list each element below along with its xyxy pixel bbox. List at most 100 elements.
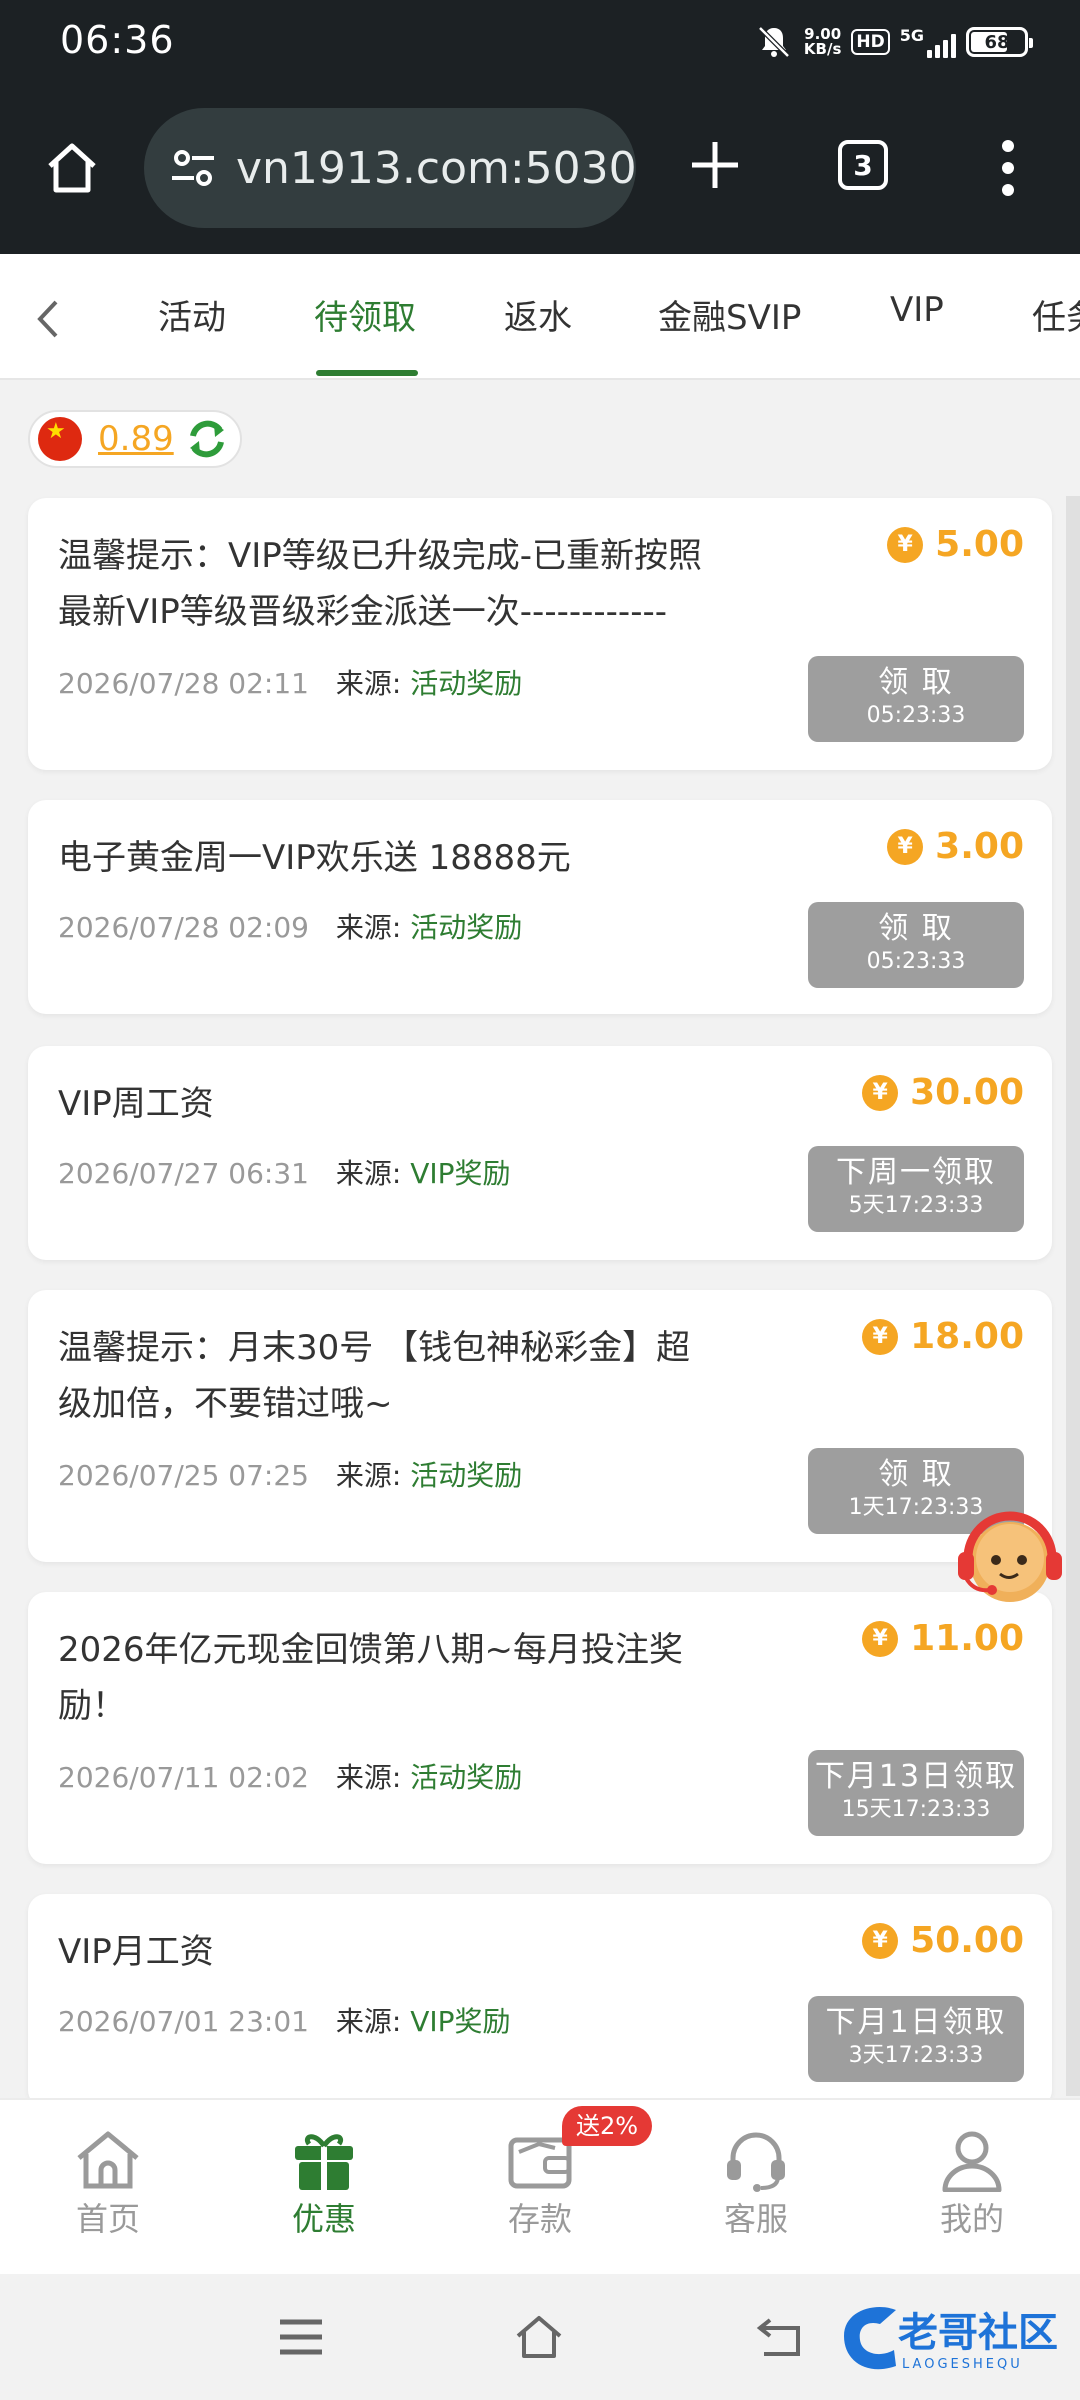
- site-settings-icon[interactable]: [168, 143, 218, 193]
- card-amount: ¥ 50.00: [862, 1920, 1024, 1961]
- amount-value: 11.00: [910, 1618, 1024, 1659]
- card-amount: ¥ 11.00: [862, 1618, 1024, 1659]
- card-meta: 2026/07/27 06:31 来源: VIP奖励: [58, 1152, 511, 1192]
- card-date: 2026/07/11 02:02: [58, 1761, 309, 1794]
- status-bar: 06:36 9.00 KB/s HD 5G 68: [0, 0, 1080, 96]
- countdown: 05:23:33: [866, 949, 966, 974]
- card-date: 2026/07/25 07:25: [58, 1459, 309, 1492]
- system-navigation: 老哥社区 LAOGESHEQU: [0, 2274, 1080, 2400]
- tab-activity[interactable]: 活动: [158, 290, 226, 339]
- card-title: 电子黄金周一VIP欢乐送 18888元: [58, 838, 571, 878]
- card-meta: 2026/07/28 02:11 来源: 活动奖励: [58, 662, 522, 702]
- source-value: 活动奖励: [410, 911, 523, 944]
- hd-icon: HD: [851, 29, 890, 55]
- card-title: 温馨提示：VIP等级已升级完成-已重新按照最新VIP等级晋级彩金派送一次----…: [58, 536, 703, 632]
- source-value: VIP奖励: [410, 2005, 511, 2038]
- status-icons: 9.00 KB/s HD 5G 68: [754, 22, 1033, 62]
- card-date: 2026/07/28 02:11: [58, 667, 309, 700]
- card-amount: ¥ 18.00: [862, 1316, 1024, 1357]
- source-value: VIP奖励: [410, 1157, 511, 1190]
- floating-support-icon[interactable]: [950, 1500, 1066, 1618]
- card-date: 2026/07/01 23:01: [58, 2005, 309, 2038]
- browser-toolbar: vn1913.com:5030 3: [0, 96, 1080, 254]
- bottom-navigation: 首页 优惠 存款 客服 我的: [0, 2098, 1080, 2274]
- url-text: vn1913.com:5030: [236, 142, 636, 194]
- countdown: 5天17:23:33: [848, 1193, 984, 1218]
- overflow-menu-icon[interactable]: [998, 140, 1018, 196]
- watermark-logo: 老哥社区 LAOGESHEQU: [844, 2307, 1058, 2372]
- source-label: 来源:: [335, 1157, 402, 1190]
- source-value: 活动奖励: [410, 1761, 523, 1794]
- tab-finance-svip[interactable]: 金融SVIP: [658, 290, 801, 339]
- reward-card: 温馨提示：VIP等级已升级完成-已重新按照最新VIP等级晋级彩金派送一次----…: [28, 498, 1052, 770]
- source-label: 来源:: [335, 1761, 402, 1794]
- menu-icon[interactable]: [276, 2314, 326, 2360]
- card-meta: 2026/07/28 02:09 来源: 活动奖励: [58, 906, 522, 946]
- claim-button[interactable]: 下月1日领取 3天17:23:33: [808, 1996, 1024, 2082]
- tab-rebate[interactable]: 返水: [504, 290, 572, 339]
- tab-switcher-button[interactable]: 3: [838, 140, 888, 190]
- card-title: VIP月工资: [58, 1932, 214, 1972]
- nav-promotions[interactable]: 优惠: [254, 2128, 394, 2240]
- system-home-icon[interactable]: [514, 2314, 564, 2360]
- card-meta: 2026/07/25 07:25 来源: 活动奖励: [58, 1454, 522, 1494]
- headset-icon: [727, 2132, 785, 2192]
- coin-icon: ¥: [887, 828, 924, 865]
- deposit-bonus-badge: 送2%: [562, 2106, 653, 2146]
- chevron-left-icon[interactable]: [28, 294, 68, 344]
- reward-card: 电子黄金周一VIP欢乐送 18888元 ¥ 3.00 2026/07/28 02…: [28, 800, 1052, 1014]
- source-value: 活动奖励: [410, 667, 523, 700]
- home-icon: [77, 2131, 139, 2189]
- claim-button[interactable]: 领 取 05:23:33: [808, 656, 1024, 742]
- tab-vip[interactable]: VIP: [890, 290, 944, 330]
- gift-icon: [295, 2134, 353, 2190]
- card-amount: ¥ 5.00: [887, 524, 1024, 565]
- card-amount: ¥ 3.00: [887, 826, 1024, 867]
- claim-button[interactable]: 领 取 05:23:33: [808, 902, 1024, 988]
- amount-value: 3.00: [935, 826, 1024, 867]
- balance-pill: 0.89: [28, 410, 242, 468]
- status-time: 06:36: [60, 18, 175, 62]
- battery-level: 68: [984, 31, 1010, 53]
- countdown: 05:23:33: [866, 703, 966, 728]
- card-date: 2026/07/27 06:31: [58, 1157, 309, 1190]
- tab-tasks[interactable]: 任务: [1032, 290, 1080, 339]
- home-icon[interactable]: [42, 138, 102, 198]
- amount-value: 5.00: [935, 524, 1024, 565]
- address-bar[interactable]: vn1913.com:5030: [144, 108, 636, 228]
- nav-profile[interactable]: 我的: [902, 2128, 1042, 2240]
- active-tab-indicator: [316, 370, 418, 376]
- card-title: VIP周工资: [58, 1084, 214, 1124]
- card-meta: 2026/07/11 02:02 来源: 活动奖励: [58, 1756, 522, 1796]
- new-tab-icon[interactable]: [688, 138, 742, 192]
- reward-card: VIP月工资 ¥ 50.00 2026/07/01 23:01 来源: VIP奖…: [28, 1894, 1052, 2108]
- countdown: 3天17:23:33: [848, 2043, 984, 2068]
- source-label: 来源:: [335, 1459, 402, 1492]
- card-date: 2026/07/28 02:09: [58, 911, 309, 944]
- scrollbar[interactable]: [1066, 496, 1080, 2096]
- nav-home[interactable]: 首页: [38, 2128, 178, 2240]
- reward-card: VIP周工资 ¥ 30.00 2026/07/27 06:31 来源: VIP奖…: [28, 1046, 1052, 1260]
- amount-value: 50.00: [910, 1920, 1024, 1961]
- coin-icon: ¥: [862, 1318, 899, 1355]
- coin-icon: ¥: [862, 1620, 899, 1657]
- battery-icon: 68: [966, 27, 1033, 57]
- source-value: 活动奖励: [410, 1459, 523, 1492]
- mute-bell-icon: [758, 26, 790, 58]
- back-icon[interactable]: [756, 2314, 806, 2360]
- card-amount: ¥ 30.00: [862, 1072, 1024, 1113]
- nav-support[interactable]: 客服: [686, 2128, 826, 2240]
- coin-icon: ¥: [887, 526, 924, 563]
- claim-button[interactable]: 下月13日领取 15天17:23:33: [808, 1750, 1024, 1836]
- china-flag-icon: [38, 417, 82, 461]
- refresh-icon[interactable]: [184, 416, 230, 462]
- category-tabs: 活动 待领取 返水 金融SVIP VIP 任务: [0, 254, 1080, 380]
- reward-card: 2026年亿元现金回馈第八期~每月投注奖励！ ¥ 11.00 2026/07/1…: [28, 1592, 1052, 1864]
- card-title: 温馨提示：月末30号 【钱包神秘彩金】超级加倍，不要错过哦~: [58, 1328, 691, 1424]
- tab-pending[interactable]: 待领取: [314, 290, 416, 339]
- signal-icon: 5G: [900, 26, 956, 58]
- balance-value: 0.89: [98, 419, 174, 459]
- coin-icon: ¥: [862, 1922, 899, 1959]
- claim-button[interactable]: 下周一领取 5天17:23:33: [808, 1146, 1024, 1232]
- net-speed: 9.00 KB/s: [803, 25, 842, 58]
